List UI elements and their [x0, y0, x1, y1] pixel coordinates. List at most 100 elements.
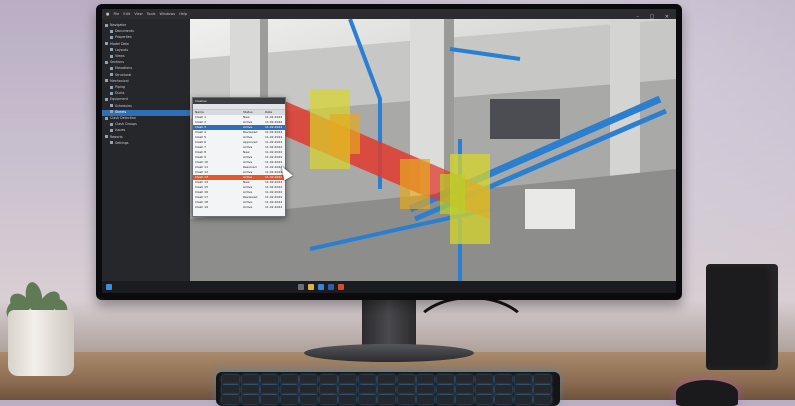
sidebar-item[interactable]: Documents — [102, 29, 190, 35]
menu-item-3[interactable]: Tools — [147, 12, 156, 16]
screen: ■ File Edit View Tools Windows Help – □ … — [102, 9, 676, 293]
sidebar-item[interactable]: Clash Groups — [102, 122, 190, 128]
table-row[interactable]: Clash 19 Active 11.02.2024 — [193, 205, 285, 210]
tree-node-icon — [110, 73, 113, 77]
sidebar-item[interactable]: Sections — [102, 60, 190, 66]
table-cell: Active — [243, 205, 253, 209]
sidebar-item[interactable]: Mechanical — [102, 79, 190, 85]
sidebar-item-label: Equipment — [110, 97, 128, 102]
sidebar-item[interactable]: Structural — [102, 73, 190, 79]
menu-item-5[interactable]: Help — [179, 12, 187, 16]
tree-node-icon — [110, 35, 113, 39]
tree-node-icon — [105, 60, 108, 64]
keyboard-key — [300, 375, 317, 384]
browser-icon[interactable] — [318, 284, 324, 290]
tree-node-icon — [110, 66, 113, 70]
tree-node-icon — [105, 42, 108, 46]
tree-node-icon — [105, 23, 108, 27]
menu-item-0[interactable]: File — [113, 12, 119, 16]
sidebar-item-label: Piping — [115, 85, 126, 89]
menu-bar: ■ File Edit View Tools Windows Help – □ … — [102, 9, 676, 20]
sidebar-item-label: Views — [115, 54, 125, 58]
keyboard-key — [378, 385, 395, 394]
sidebar-item[interactable]: Clash Detection — [102, 116, 190, 122]
menu-item-4[interactable]: Windows — [160, 12, 176, 16]
keyboard-key — [378, 375, 395, 384]
tree-node-icon — [110, 110, 113, 114]
sidebar-item-label: Sheets — [115, 109, 127, 114]
keyboard-key — [261, 375, 278, 384]
sidebar-item-label: Elevations — [115, 66, 133, 71]
app-icon[interactable] — [338, 284, 344, 290]
keyboard-key — [514, 375, 532, 384]
keyboard-key — [241, 385, 259, 394]
tree-node-icon — [110, 48, 113, 52]
sidebar-item[interactable]: Settings — [102, 141, 190, 147]
sidebar-item[interactable]: Sheets — [102, 109, 190, 116]
keyboard-key — [300, 385, 317, 394]
keyboard-key — [397, 385, 415, 394]
keyboard-key — [436, 385, 454, 394]
sidebar-item[interactable]: Issues — [102, 128, 190, 134]
sidebar-item[interactable]: Schedules — [102, 104, 190, 110]
tree-node-icon — [105, 135, 108, 139]
menu-item-1[interactable]: Edit — [123, 12, 130, 16]
sidebar-item-label: Sections — [110, 60, 124, 65]
tree-node-icon — [105, 116, 108, 120]
keyboard-key — [280, 375, 298, 384]
mail-icon[interactable] — [328, 284, 334, 290]
keyboard-key — [241, 375, 259, 384]
sidebar-item-label: Schedules — [115, 103, 132, 108]
cable — [408, 296, 534, 382]
folder-icon[interactable] — [308, 284, 314, 290]
keyboard-key — [358, 385, 376, 394]
sidebar-item-label: Layouts — [115, 47, 128, 52]
keyboard-key — [436, 375, 454, 384]
menu-item-2[interactable]: View — [134, 12, 142, 16]
keyboard-key — [319, 385, 337, 394]
table-cell: Clash 19 — [195, 205, 209, 209]
keyboard-key — [475, 385, 493, 394]
mouse — [676, 380, 738, 406]
keyboard-key — [456, 375, 473, 384]
search-icon[interactable] — [298, 284, 304, 290]
tree-node-icon — [110, 122, 113, 126]
keyboard-key — [495, 375, 512, 384]
keyboard-key — [222, 375, 239, 384]
keyboard-key — [339, 385, 356, 394]
sidebar-item-label: Reports — [110, 134, 123, 139]
keyboard-key — [339, 375, 356, 384]
keyboard-key — [534, 385, 551, 394]
sidebar-item[interactable]: Ducts — [102, 91, 190, 97]
sidebar-item[interactable]: Equipment — [102, 97, 190, 103]
keyboard-key — [261, 385, 278, 394]
start-icon[interactable] — [106, 284, 112, 290]
sidebar-item-label: Mechanical — [110, 78, 129, 83]
keyboard-key — [280, 385, 298, 394]
keyboard-key — [456, 385, 473, 394]
speaker — [706, 264, 778, 370]
sidebar-item[interactable]: Views — [102, 54, 190, 60]
keyboard-key — [397, 375, 415, 384]
sidebar-item[interactable]: Properties — [102, 35, 190, 41]
sidebar-item[interactable]: Reports — [102, 135, 190, 141]
tree-node-icon — [110, 85, 113, 89]
sidebar-item[interactable]: Model Data — [102, 42, 190, 48]
sidebar-item[interactable]: Piping — [102, 85, 190, 91]
sidebar-item[interactable]: Layouts — [102, 48, 190, 54]
sidebar: Navigator Documents Properties Model Data La… — [102, 19, 191, 281]
tree-node-icon — [110, 104, 113, 108]
sidebar-item-label: Navigator — [110, 23, 127, 27]
sidebar-item[interactable]: Navigator — [102, 23, 190, 29]
tree-node-icon — [110, 91, 113, 95]
keyboard-key — [534, 375, 551, 384]
clash-table-body: Clash 1 New 11.02.2024 Clash 2 Active 11.02.2… — [193, 115, 285, 210]
sidebar-item-label: Structural — [115, 72, 132, 77]
tree-node-icon — [105, 97, 108, 101]
keyboard-key — [319, 375, 337, 384]
keyboard-key — [475, 375, 493, 384]
sidebar-item[interactable]: Elevations — [102, 66, 190, 72]
sidebar-item-label: Properties — [115, 35, 132, 40]
tree-node-icon — [110, 29, 113, 33]
tree-node-icon — [110, 54, 113, 58]
